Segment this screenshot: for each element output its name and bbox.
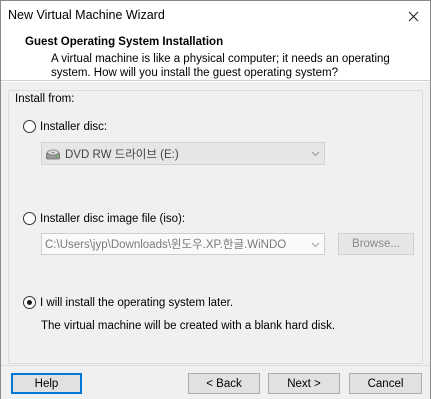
close-button[interactable] — [396, 1, 430, 31]
wizard-window: New Virtual Machine Wizard Guest Operati… — [0, 0, 431, 399]
wizard-footer: Help < Back Next > Cancel — [1, 365, 430, 399]
iso-path-value: C:\Users\jyp\Downloads\윈도우.XP.한글.WiNDO — [45, 239, 287, 251]
iso-option[interactable]: Installer disc image file (iso): — [23, 212, 185, 225]
cancel-button[interactable]: Cancel — [349, 373, 422, 394]
install-from-label: Install from: — [15, 93, 75, 105]
install-later-label: I will install the operating system late… — [40, 296, 234, 309]
chevron-down-icon — [311, 242, 320, 248]
page-description: A virtual machine is like a physical com… — [51, 53, 390, 79]
help-button[interactable]: Help — [11, 373, 82, 394]
drive-select-value: DVD RW 드라이브 (E:) — [65, 148, 179, 161]
installer-disc-radio[interactable] — [23, 120, 36, 133]
install-later-description: The virtual machine will be created with… — [41, 320, 336, 332]
title-bar: New Virtual Machine Wizard — [1, 1, 430, 31]
installer-disc-option[interactable]: Installer disc: — [23, 120, 107, 133]
install-later-option[interactable]: I will install the operating system late… — [23, 296, 233, 309]
window-title: New Virtual Machine Wizard — [8, 8, 165, 22]
iso-label: Installer disc image file (iso): — [40, 212, 186, 225]
iso-radio[interactable] — [23, 212, 36, 225]
back-button[interactable]: < Back — [188, 373, 260, 394]
wizard-header: Guest Operating System Installation A vi… — [1, 31, 430, 81]
iso-path-field[interactable]: C:\Users\jyp\Downloads\윈도우.XP.한글.WiNDO — [41, 233, 325, 255]
disc-drive-icon — [46, 149, 60, 159]
installer-disc-label: Installer disc: — [40, 120, 108, 133]
next-button[interactable]: Next > — [268, 373, 340, 394]
close-icon — [408, 11, 418, 21]
browse-button[interactable]: Browse... — [338, 233, 414, 255]
page-title: Guest Operating System Installation — [25, 36, 224, 48]
chevron-down-icon — [311, 151, 320, 157]
install-later-radio[interactable] — [23, 296, 36, 309]
drive-select[interactable]: DVD RW 드라이브 (E:) — [41, 142, 325, 165]
